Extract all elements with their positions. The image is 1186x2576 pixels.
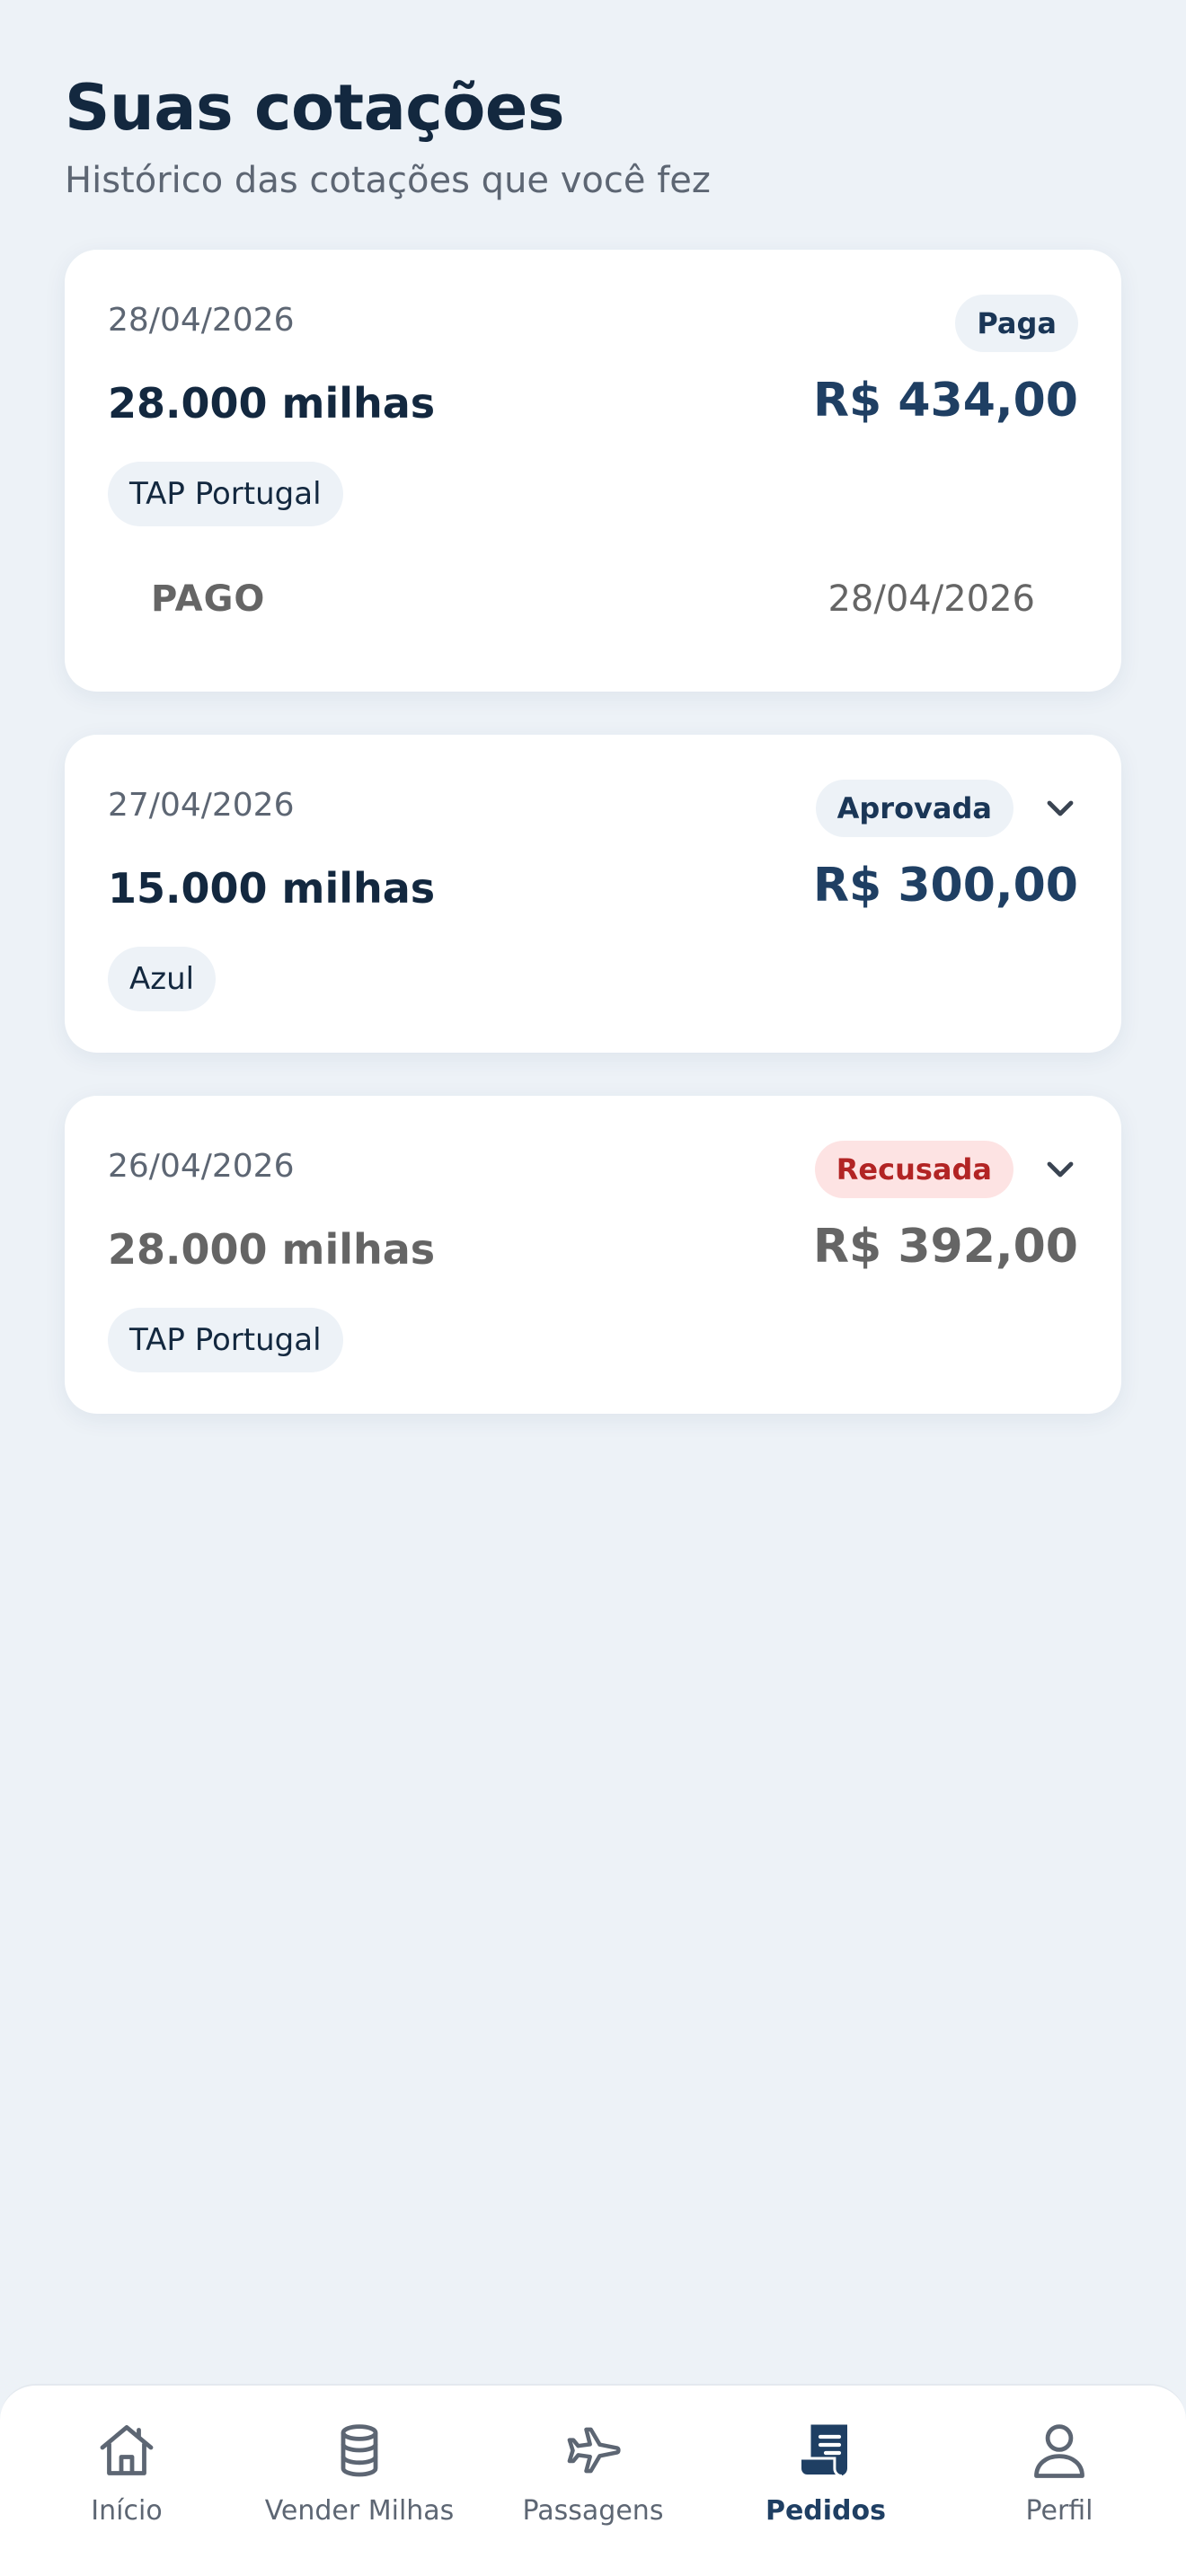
airplane-icon xyxy=(567,2427,621,2474)
tab-perfil[interactable]: Perfil xyxy=(960,2418,1158,2527)
quote-miles: 28.000 milhas xyxy=(108,379,436,428)
receipt-icon xyxy=(799,2424,847,2477)
tab-label: Vender Milhas xyxy=(264,2495,455,2527)
tab-inicio[interactable]: Início xyxy=(28,2418,226,2527)
quote-card-paid[interactable]: 28/04/2026 Paga 28.000 milhas R$ 434,00 … xyxy=(65,250,1121,692)
quote-miles: 28.000 milhas xyxy=(108,1225,436,1274)
airline-tag: TAP Portugal xyxy=(108,462,343,526)
home-icon xyxy=(100,2425,154,2475)
tab-label: Início xyxy=(91,2495,163,2527)
quote-price: R$ 300,00 xyxy=(813,859,1078,913)
quote-price: R$ 434,00 xyxy=(813,374,1078,428)
quote-date: 27/04/2026 xyxy=(108,787,295,824)
tab-label: Passagens xyxy=(522,2495,664,2527)
coin-stack-icon xyxy=(341,2424,378,2477)
tab-label: Perfil xyxy=(1025,2495,1093,2527)
quote-price: R$ 392,00 xyxy=(813,1220,1078,1274)
payment-date: 28/04/2026 xyxy=(828,578,1035,620)
quote-card-refused[interactable]: 26/04/2026 Recusada 28.000 milhas R$ 392… xyxy=(65,1096,1121,1414)
status-badge: Recusada xyxy=(814,1141,1013,1198)
tab-pedidos[interactable]: Pedidos xyxy=(727,2418,925,2527)
tab-label: Pedidos xyxy=(765,2495,887,2527)
quote-date: 28/04/2026 xyxy=(108,302,295,339)
payment-status: PAGO xyxy=(151,578,266,620)
page-subtitle: Histórico das cotações que você fez xyxy=(65,160,711,201)
quote-card-approved[interactable]: 27/04/2026 Aprovada 15.000 milhas R$ 300… xyxy=(65,735,1121,1053)
quote-miles: 15.000 milhas xyxy=(108,864,436,913)
bottom-tab-bar: Início Vender Milhas Passagens Pedidos P… xyxy=(0,2384,1186,2576)
quote-date: 26/04/2026 xyxy=(108,1148,295,1185)
user-icon xyxy=(1034,2424,1084,2478)
airline-tag: Azul xyxy=(108,947,217,1011)
quotes-page: Suas cotações Histórico das cotações que… xyxy=(0,0,1186,2576)
status-badge: Aprovada xyxy=(815,780,1013,837)
page-title: Suas cotações xyxy=(65,71,565,145)
tab-passagens[interactable]: Passagens xyxy=(494,2418,692,2527)
page-header: Suas cotações Histórico das cotações que… xyxy=(65,70,711,203)
status-badge: Paga xyxy=(955,295,1078,352)
airline-tag: TAP Portugal xyxy=(108,1308,343,1372)
chevron-down-icon[interactable] xyxy=(1039,1148,1082,1191)
chevron-down-icon[interactable] xyxy=(1039,787,1082,830)
tab-vender-milhas[interactable]: Vender Milhas xyxy=(261,2418,458,2527)
